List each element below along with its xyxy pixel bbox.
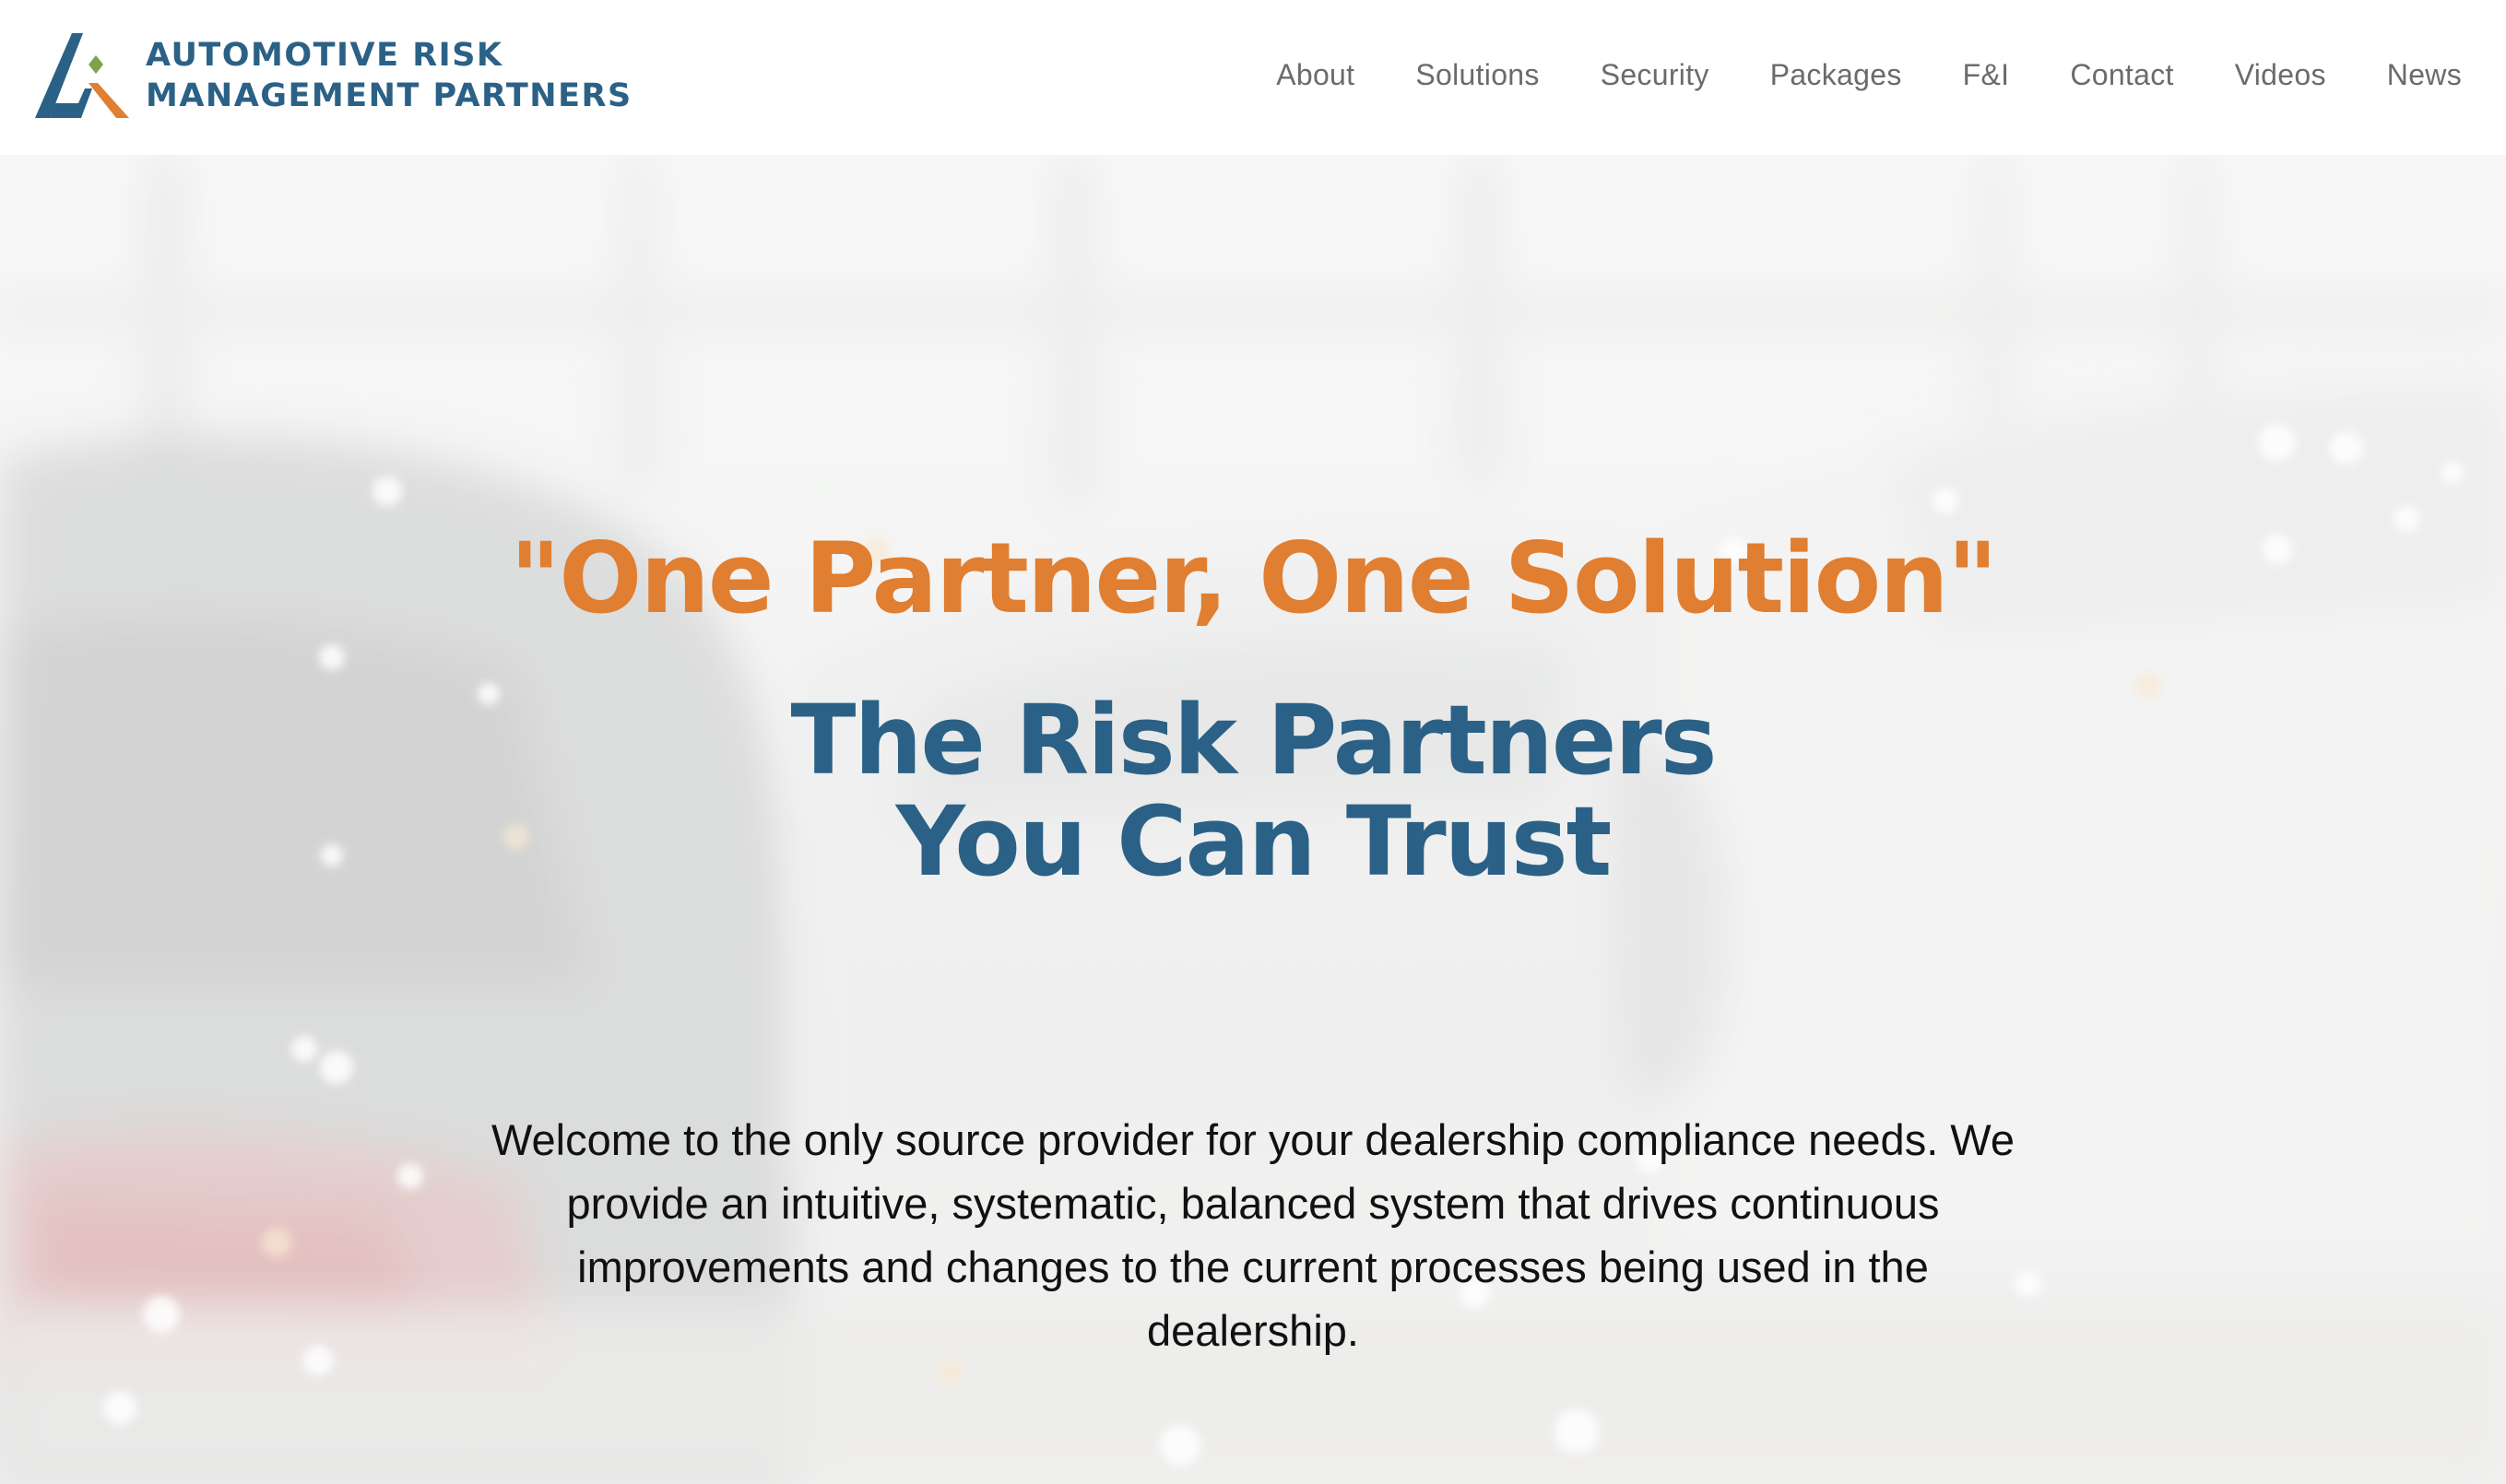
hero-tagline: "One Partner, One Solution" — [510, 522, 1998, 635]
nav-about[interactable]: About — [1276, 58, 1354, 92]
hero-section: "One Partner, One Solution" The Risk Par… — [0, 155, 2506, 1484]
hero-headline-line1: The Risk Partners — [790, 684, 1717, 796]
arm-triangle-logo-icon — [35, 33, 129, 118]
hero-headline-line2: You Can Trust — [895, 785, 1613, 898]
site-header: AUTOMOTIVE RISK MANAGEMENT PARTNERS Abou… — [0, 0, 2506, 155]
hero-intro-text: Welcome to the only source provider for … — [491, 1115, 2015, 1355]
main-nav: About Solutions Security Packages F&I Co… — [1215, 52, 2462, 98]
nav-videos[interactable]: Videos — [2235, 58, 2326, 92]
nav-news[interactable]: News — [2387, 58, 2462, 92]
home-logo-link[interactable]: AUTOMOTIVE RISK MANAGEMENT PARTNERS — [31, 29, 632, 122]
hero-content: "One Partner, One Solution" The Risk Par… — [0, 155, 2506, 1484]
nav-packages[interactable]: Packages — [1770, 58, 1902, 92]
brand-name: AUTOMOTIVE RISK MANAGEMENT PARTNERS — [146, 35, 632, 116]
nav-fi[interactable]: F&I — [1963, 58, 2010, 92]
brand-name-line1: AUTOMOTIVE RISK — [146, 37, 503, 74]
nav-security[interactable]: Security — [1601, 58, 1709, 92]
brand-name-line2: MANAGEMENT PARTNERS — [146, 77, 632, 114]
nav-contact[interactable]: Contact — [2070, 58, 2173, 92]
nav-solutions[interactable]: Solutions — [1415, 58, 1539, 92]
hero-headline: The Risk Partners You Can Trust — [423, 689, 2083, 892]
